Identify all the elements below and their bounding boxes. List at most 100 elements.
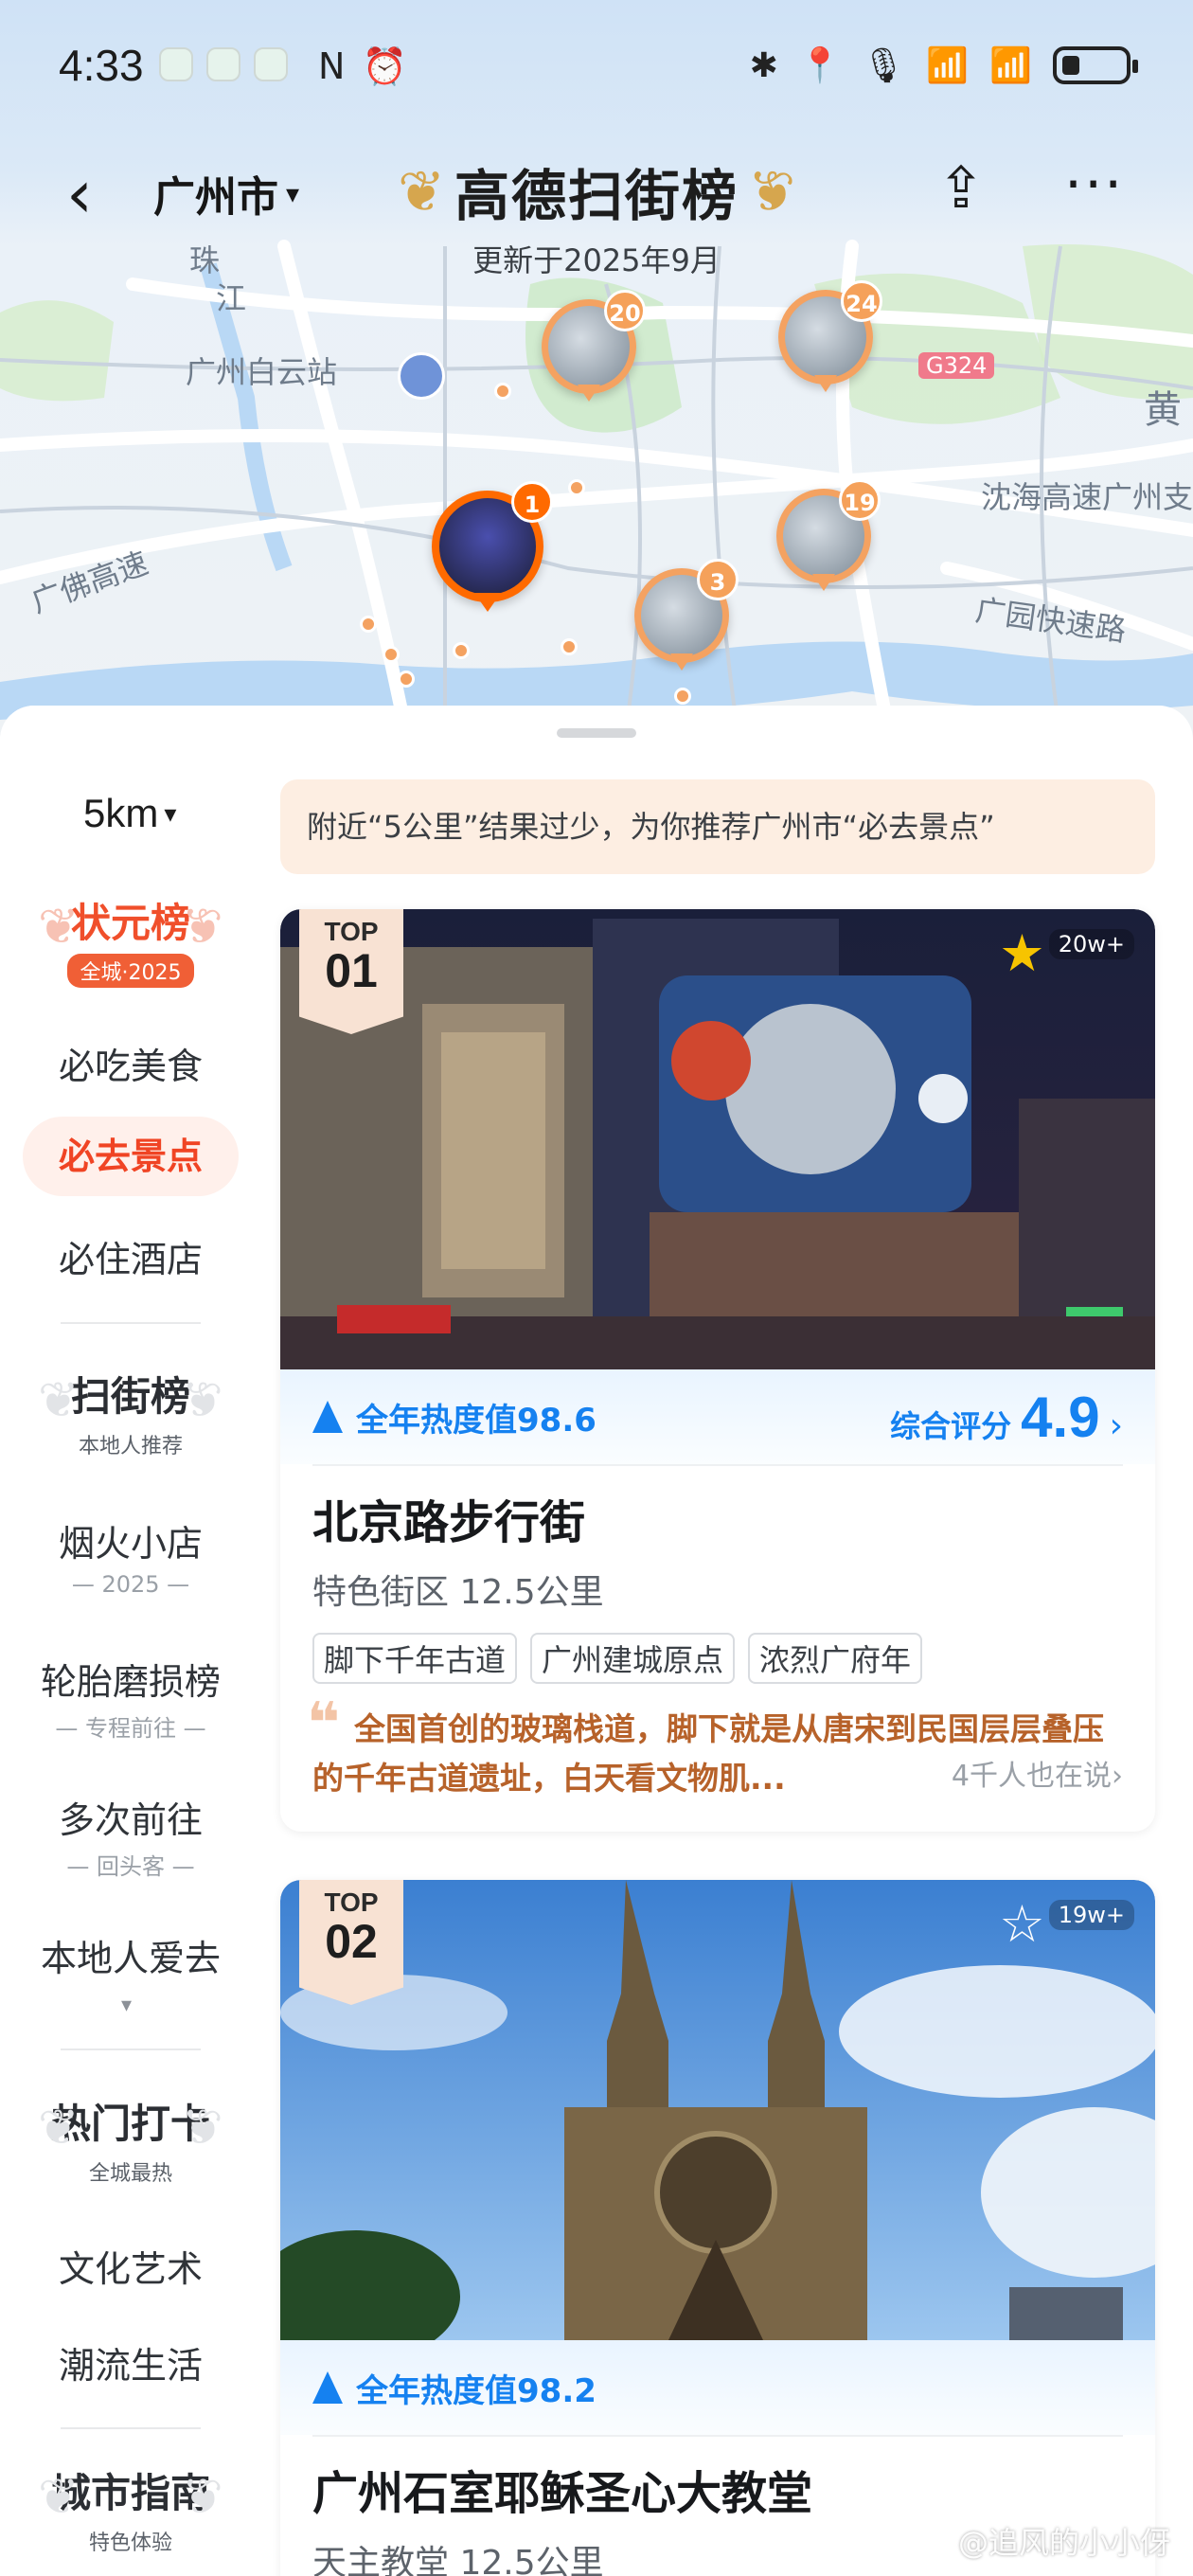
sidebar-item-attractions[interactable]: 必去景点 [23,1117,239,1196]
badge-subtitle: 全城最热 [88,2162,172,2186]
poi-meta: 特色街区 12.5公里 [312,1573,604,1612]
laurel-icon: ❦ [182,899,223,956]
sidebar-item-culture-art[interactable]: 文化艺术 [0,2240,261,2292]
map-pin[interactable]: 20 [542,290,646,405]
score-value: 4.9 [1021,1385,1100,1449]
map-pin[interactable]: 24 [778,280,882,396]
pin-rank: 1 [511,481,553,523]
sidebar-item-hotels[interactable]: 必住酒店 [0,1230,261,1282]
poi-photo[interactable]: TOP 01 ★ 20w+ [280,909,1155,1369]
poi-name[interactable]: 北京路步行街 [280,1466,1155,1551]
sidebar-divider [61,1322,201,1324]
city-selector[interactable]: 广州市 ▾ [153,163,299,224]
pin-rank: 20 [604,290,646,331]
status-right-icons: ✱ 📍 🎙 📶 📶 [750,45,1138,85]
map-pin[interactable]: 19 [776,479,881,595]
rank-badge-saojie[interactable]: ❦ 扫街榜 本地人推荐 ❦ [38,1368,223,1473]
laurel-icon: ❦ [182,2469,223,2526]
star-icon: ★ [999,923,1045,983]
sidebar-item-small-shops[interactable]: 烟火小店 [0,1514,261,1566]
sidebar-divider [61,2427,201,2429]
review-quote[interactable]: ❝ 全国首创的玻璃栈道，脚下就是从唐宋到民国层层叠压的千年古道遗址，白天看文物肌… [280,1684,1155,1832]
favorite-count: 20w+ [1048,929,1134,959]
laurel-icon: ❦ [747,159,795,225]
laurel-icon: ❦ [38,899,80,956]
poi-card[interactable]: TOP 02 ☆ 19w+ 全年热度值98.2 广州石室耶稣圣心大教堂 天主教堂… [280,1880,1155,2576]
app-notification-icon [206,47,240,81]
navigation-arrow-icon [312,1401,343,1433]
quote-icon: ❝ [307,1690,341,1757]
poi-card[interactable]: TOP 01 ★ 20w+ 全年热度值98.6 综合评分 4.9 › 北京路步行… [280,909,1155,1832]
rank-number: 01 [325,944,378,997]
sidebar-item-sub: — 回头客 — [66,1853,195,1880]
map-poi-dot [568,479,585,496]
city-name: 广州市 [153,173,278,222]
app-notification-icon [254,47,288,81]
sidebar-item-food[interactable]: 必吃美食 [0,1037,261,1089]
map-poi-dot [398,671,415,688]
rank-number: 02 [325,1915,378,1968]
favorite-button[interactable]: ★ 20w+ [999,923,1134,983]
sidebar-item-trend-life[interactable]: 潮流生活 [0,2336,261,2388]
rank-flag: TOP 02 [299,1880,403,2005]
nearby-notice: 附近“5公里”结果过少，为你推荐广州市“必去景点” [280,779,1155,874]
navigation-arrow-icon [312,2371,343,2404]
favorite-button[interactable]: ☆ 19w+ [999,1899,1134,1950]
map-poi-dot [453,642,470,659]
map-poi-dot [561,638,578,655]
overall-score[interactable]: 综合评分 4.9 › [890,1385,1123,1450]
heat-row[interactable]: 全年热度值98.6 综合评分 4.9 › [280,1369,1155,1464]
battery-icon [1053,46,1138,84]
drag-handle[interactable] [557,728,636,738]
quote-count-link[interactable]: 4千人也在说› [941,1752,1123,1801]
poi-tag[interactable]: 广州建城原点 [530,1633,736,1684]
status-app-icons [159,47,288,81]
category-sidebar: 5km ▾ ❦ 状元榜 全城·2025 ❦ 必吃美食 必去景点 必住酒店 ❦ 扫… [0,706,261,2576]
map-label: 广州白云站 [186,354,338,390]
signal-icon: 📶 [989,46,1032,85]
map-poi-dot [360,616,377,633]
laurel-icon: ❦ [182,2100,223,2156]
poi-tag[interactable]: 脚下千年古道 [312,1633,518,1684]
poi-photo[interactable]: TOP 02 ☆ 19w+ [280,1880,1155,2340]
map-view[interactable]: 4:33 N ⏰ ✱ 📍 🎙 📶 📶 ‹ 广州市 ▾ ❦ 高德扫街榜 ❦ ⇪ ·… [0,0,1193,739]
map-label: 沈海高速广州支线 [981,479,1193,515]
location-icon: 📍 [798,46,842,85]
sidebar-item-tire-wear[interactable]: 轮胎磨损榜 [0,1653,261,1705]
rank-badge-hot-checkin[interactable]: ❦ 热门打卡 全城最热 ❦ [38,2096,223,2200]
chevron-right-icon: › [1109,1405,1123,1445]
status-bar: 4:33 N ⏰ ✱ 📍 🎙 📶 📶 [0,0,1193,133]
pin-rank: 3 [697,559,739,600]
map-poi-dot [674,688,691,705]
map-pin[interactable]: 1 [432,481,553,614]
pin-rank: 24 [841,280,882,322]
more-icon[interactable]: ··· [1064,152,1124,218]
app-notification-icon [159,47,193,81]
poi-name[interactable]: 广州石室耶稣圣心大教堂 [280,2437,1155,2522]
map-label: 江 [216,280,247,316]
expand-caret-icon[interactable]: ▾ [121,1994,132,2017]
ranking-sheet: 5km ▾ ❦ 状元榜 全城·2025 ❦ 必吃美食 必去景点 必住酒店 ❦ 扫… [0,706,1193,2576]
updated-date: 更新于2025年9月 [472,242,721,278]
heat-row[interactable]: 全年热度值98.2 [280,2340,1155,2435]
heat-value: 全年热度值98.2 [356,2371,596,2410]
brand-title: ❦ 高德扫街榜 ❦ [398,153,795,239]
laurel-icon: ❦ [38,2100,80,2156]
distance-filter[interactable]: 5km ▾ [83,791,176,836]
share-icon[interactable]: ⇪ [937,155,985,222]
caret-down-icon: ▾ [164,798,177,828]
watermark: @追风的小小伢 [957,2525,1170,2561]
badge-subtitle: 特色体验 [88,2531,172,2555]
rank-badge-zhuangyuan[interactable]: ❦ 状元榜 全城·2025 ❦ [38,895,223,999]
favorite-count: 19w+ [1048,1900,1134,1930]
laurel-icon: ❦ [38,2469,80,2526]
map-pin[interactable]: 3 [634,559,739,674]
sidebar-divider [61,2048,201,2050]
sidebar-item-locals-love[interactable]: 本地人爱去 [0,1929,261,1981]
score-label: 综合评分 [890,1407,1012,1444]
status-left-icons: N ⏰ [318,45,407,88]
sidebar-item-repeat-visits[interactable]: 多次前往 [0,1791,261,1843]
rank-badge-city-guide[interactable]: ❦ 城市指南 特色体验 ❦ [38,2465,223,2569]
back-icon[interactable]: ‹ [66,161,93,227]
poi-tag[interactable]: 浓烈广府年 [748,1633,923,1684]
